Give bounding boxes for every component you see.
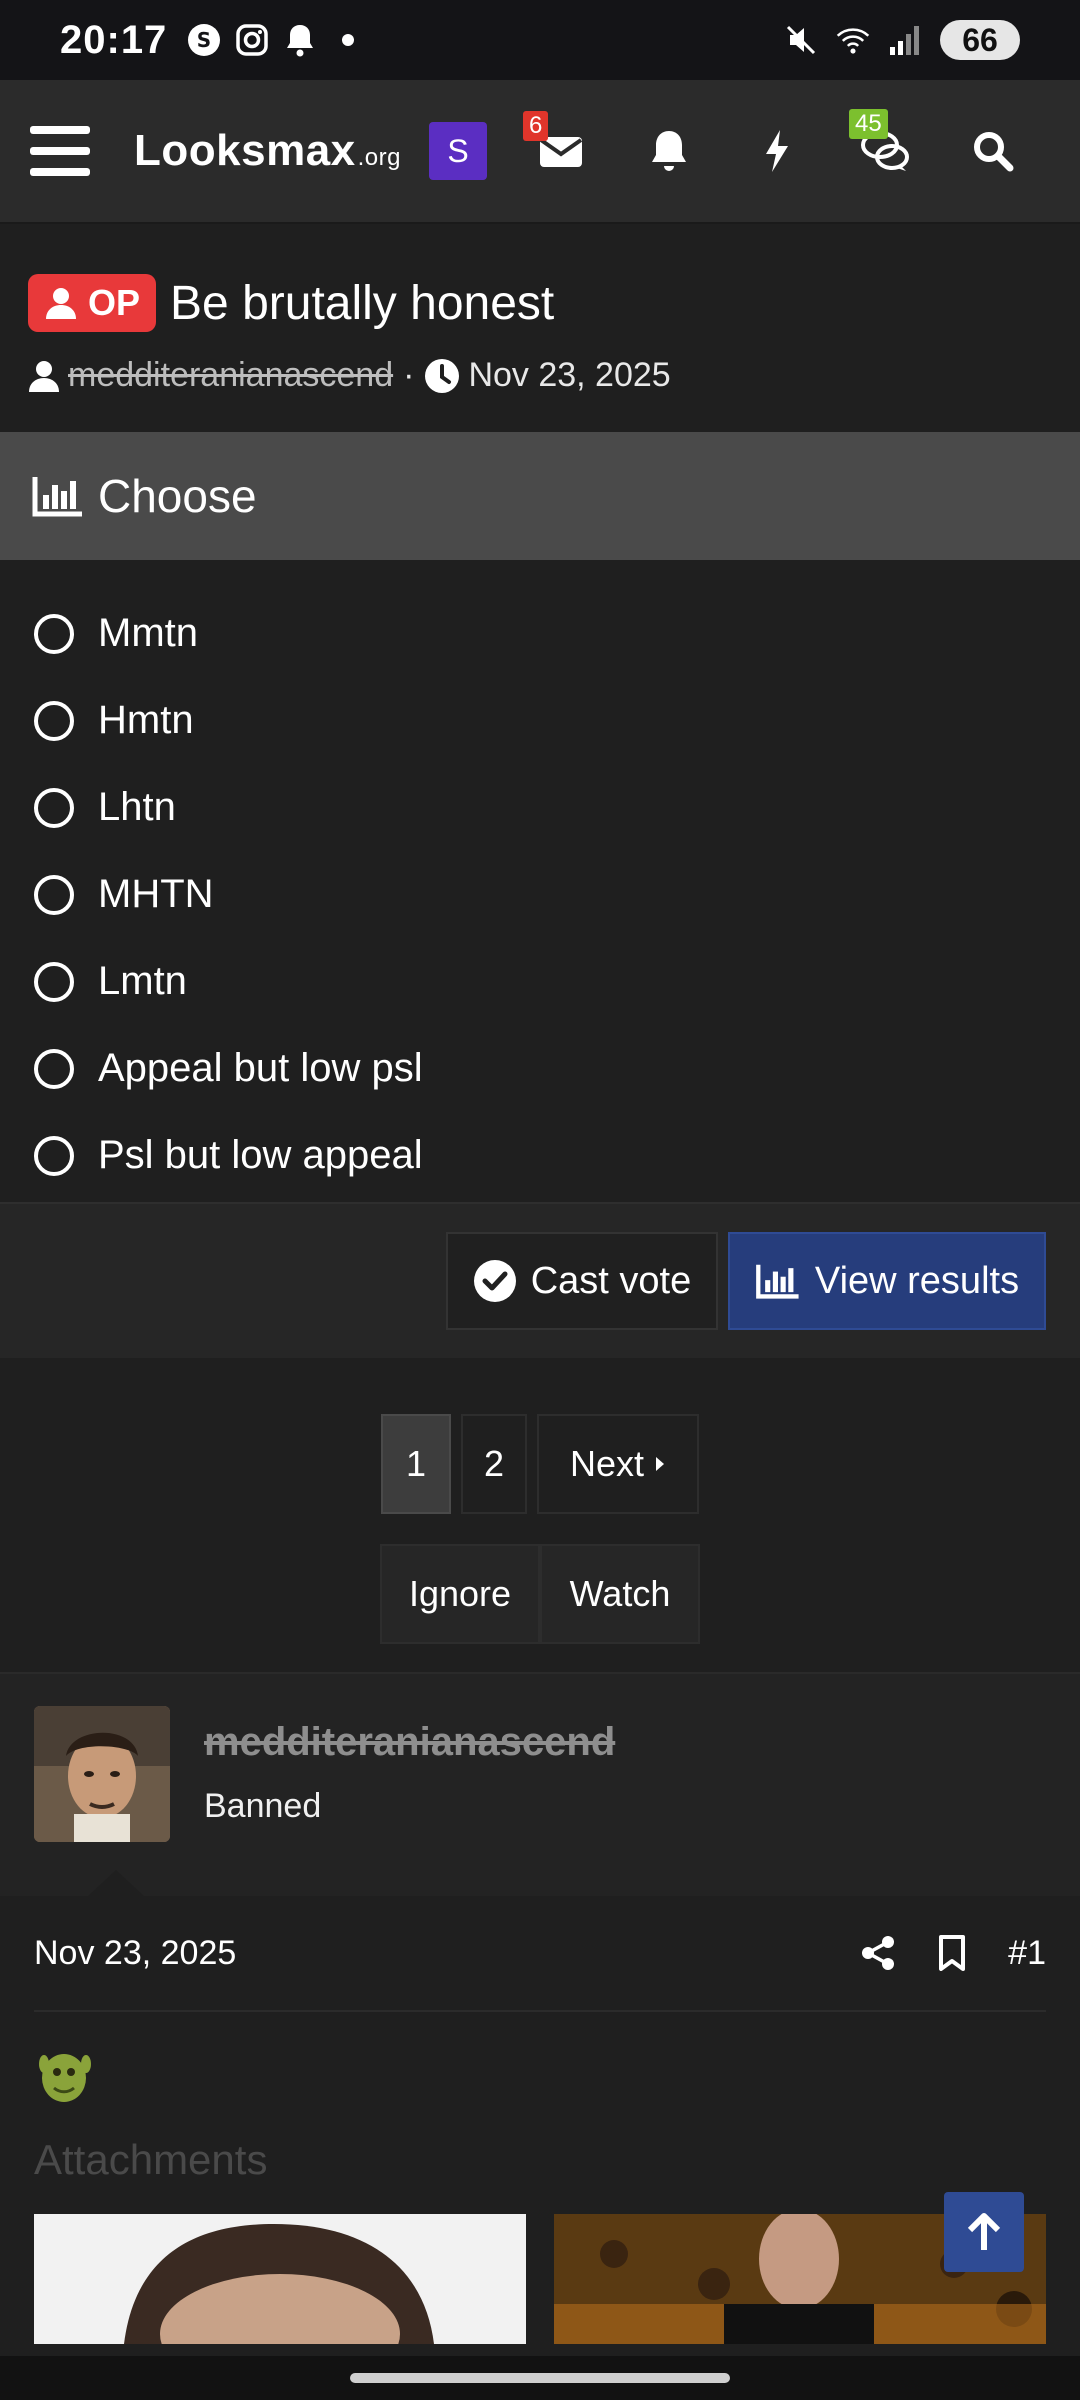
check-circle-icon (473, 1260, 516, 1302)
svg-text:S: S (197, 28, 211, 52)
bell-icon (652, 131, 686, 171)
cast-vote-button[interactable]: Cast vote (446, 1232, 718, 1330)
view-results-label: View results (814, 1259, 1020, 1302)
bar-chart-icon (32, 477, 82, 517)
watch-button[interactable]: Watch (540, 1544, 700, 1644)
poll-option-label: Hmtn (98, 698, 194, 742)
poll-option-label: Mmtn (98, 611, 198, 655)
search-icon (974, 132, 1014, 172)
avatar[interactable] (34, 1706, 170, 1842)
mute-icon (784, 23, 818, 57)
shrek-emoji-icon (34, 2042, 98, 2106)
bookmark-icon[interactable] (938, 1935, 966, 1971)
poll-option[interactable]: MHTN (0, 851, 1080, 938)
inbox-button[interactable]: 6 (523, 111, 591, 181)
radio-button[interactable] (34, 1048, 74, 1089)
poll-option-label: Psl but low appeal (98, 1133, 423, 1177)
poll-option-label: Lmtn (98, 959, 187, 1003)
post-number-link[interactable]: #1 (1008, 1934, 1046, 1973)
thread-author-link[interactable]: medditeranianascend (68, 356, 393, 395)
post-username-link[interactable]: medditeranianascend (204, 1720, 615, 1765)
poll-option[interactable]: Appeal but low psl (0, 1025, 1080, 1112)
chat-count-badge: 45 (849, 109, 888, 139)
poll-option-label: Lhtn (98, 785, 176, 829)
attachments-heading: Attachments (34, 2136, 268, 2183)
search-button[interactable] (963, 121, 1023, 181)
caret-right-icon (656, 1457, 665, 1471)
post-notch (88, 1870, 144, 1896)
post-date[interactable]: Nov 23, 2025 (34, 1934, 236, 1973)
ignore-button[interactable]: Ignore (380, 1544, 540, 1644)
attachment-thumbnail[interactable] (34, 2214, 526, 2344)
op-badge: OP (28, 274, 157, 332)
logo-suffix: .org (357, 144, 401, 171)
thread-date[interactable]: Nov 23, 2025 (468, 356, 670, 395)
poll-options: Mmtn Hmtn Lhtn MHTN Lmtn Appeal but low … (0, 560, 1080, 1202)
poll-option-label: MHTN (98, 872, 214, 916)
radio-button[interactable] (34, 874, 74, 915)
site-logo[interactable]: Looksmax .org (134, 126, 401, 176)
lightning-icon (766, 130, 788, 172)
scroll-to-top-button[interactable] (944, 2192, 1024, 2272)
status-bar: 20:17 S 66 (0, 0, 1080, 80)
thread-header: OP Be brutally honest medditeranianascen… (0, 226, 1080, 432)
page-2-button[interactable]: 2 (461, 1414, 527, 1514)
inbox-count-badge: 6 (523, 111, 549, 141)
instagram-icon (235, 23, 269, 57)
whats-new-button[interactable] (747, 121, 807, 181)
status-time: 20:17 (60, 17, 168, 62)
next-label: Next (569, 1443, 645, 1484)
dot-icon (331, 23, 365, 57)
gesture-handle[interactable] (350, 2373, 730, 2383)
chat-button[interactable]: 45 (849, 109, 915, 181)
arrow-up-icon (967, 2213, 1001, 2250)
poll-option[interactable]: Lmtn (0, 938, 1080, 1025)
post-body: Nov 23, 2025 #1 Attachments (0, 1896, 1080, 2360)
view-results-button[interactable]: View results (728, 1232, 1046, 1330)
battery-indicator: 66 (940, 20, 1020, 60)
poll-header: Choose (0, 432, 1080, 560)
wifi-icon (836, 23, 870, 57)
poll-option[interactable]: Lhtn (0, 764, 1080, 851)
system-nav-bar (0, 2356, 1080, 2400)
cast-vote-label: Cast vote (530, 1259, 692, 1302)
poll-option[interactable]: Psl but low appeal (0, 1112, 1080, 1199)
next-page-button[interactable]: Next (537, 1414, 699, 1514)
bar-chart-icon (756, 1264, 799, 1299)
pagination: 1 2 Next (0, 1414, 1080, 1514)
poll-actions: Cast vote View results (0, 1202, 1080, 1358)
share-icon[interactable] (860, 1935, 896, 1971)
poll-option[interactable]: Hmtn (0, 677, 1080, 764)
thread-title: Be brutally honest (170, 276, 555, 330)
radio-button[interactable] (34, 700, 74, 741)
user-role: Banned (204, 1787, 322, 1825)
site-header: Looksmax .org S 6 45 (0, 80, 1080, 224)
user-icon (46, 288, 76, 319)
thread-actions: Ignore Watch (0, 1544, 1080, 1644)
shazam-icon: S (187, 23, 221, 57)
radio-button[interactable] (34, 961, 74, 1002)
menu-icon[interactable] (30, 126, 90, 176)
logo-text: Looksmax (134, 126, 356, 175)
poll-option-label: Appeal but low psl (98, 1046, 423, 1090)
post-user-info: medditeranianascend Banned (0, 1672, 1080, 1896)
signal-icon (888, 23, 922, 57)
op-label: OP (88, 282, 141, 323)
clock-icon (425, 358, 460, 393)
notification-bell-icon (283, 23, 317, 57)
alerts-button[interactable] (639, 121, 699, 181)
radio-button[interactable] (34, 787, 74, 828)
poll-title: Choose (98, 470, 257, 522)
radio-button[interactable] (34, 1135, 74, 1176)
poll-option[interactable]: Mmtn (0, 590, 1080, 677)
user-icon (29, 360, 59, 392)
meta-separator: · (403, 356, 415, 394)
user-avatar-badge[interactable]: S (429, 122, 487, 180)
radio-button[interactable] (34, 613, 74, 654)
page-1-button[interactable]: 1 (381, 1414, 451, 1514)
